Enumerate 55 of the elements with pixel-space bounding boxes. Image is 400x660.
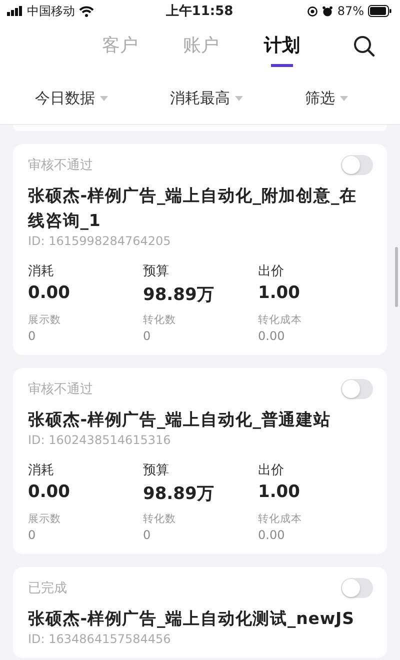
filter-dropdown[interactable]: 筛选 [305, 88, 348, 108]
stat-value: 0.00 [258, 329, 285, 343]
metric-value: 98.89万 [143, 483, 214, 505]
filter-dropdown[interactable]: 消耗最高 [170, 88, 243, 108]
metric-value: 0.00 [28, 283, 70, 303]
campaign-status: 审核不通过 [28, 157, 93, 174]
carrier-name: 中国移动 [27, 2, 75, 20]
campaign-status: 已完成 [28, 580, 67, 597]
metric-label: 出价 [258, 263, 284, 280]
stat-value: 0 [28, 528, 36, 542]
stat-value: 0.00 [258, 528, 285, 542]
stat-label: 转化成本 [258, 512, 302, 526]
metric-label: 出价 [258, 462, 284, 479]
stat-label: 展示数 [28, 313, 61, 327]
campaign-card[interactable]: 已完成 张硕杰-样例广告_端上自动化测试_newJS ID: 1634864157584456 [13, 567, 387, 658]
metric-value: 98.89万 [143, 284, 214, 306]
campaign-id: ID: 1634864157584456 [28, 632, 172, 646]
campaign-name: 张硕杰-样例广告_端上自动化_附加创意_在线咨询_1 [28, 185, 358, 232]
signal-icon [7, 6, 23, 16]
toggle-switch[interactable] [341, 379, 373, 399]
campaign-id: ID: 1615998284764205 [28, 234, 172, 248]
metric-label: 预算 [143, 462, 169, 479]
stat-label: 展示数 [28, 512, 61, 526]
scrollbar [395, 247, 398, 307]
filter-dropdown[interactable]: 今日数据 [35, 88, 108, 108]
stat-label: 转化数 [143, 313, 176, 327]
campaign-name: 张硕杰-样例广告_端上自动化测试_newJS [28, 608, 356, 630]
campaign-id: ID: 1602438514615316 [28, 433, 172, 447]
stat-label: 转化数 [143, 512, 176, 526]
rotation-lock-icon [307, 6, 318, 16]
metric-label: 消耗 [28, 263, 54, 280]
toggle-switch[interactable] [341, 155, 373, 175]
search-icon[interactable] [353, 35, 375, 57]
metric-value: 0.00 [28, 482, 70, 502]
campaign-card[interactable]: 审核不通过 张硕杰-样例广告_端上自动化_普通建站 ID: 1602438514615316 消耗 0.00 预算 98.89万 出价 1.00 展示数 0 转化数 0 转化成本 0.00 [13, 368, 387, 554]
battery-icon [368, 5, 392, 17]
stat-value: 0 [28, 329, 36, 343]
alarm-icon [322, 6, 334, 16]
caret-icon [100, 96, 108, 100]
toggle-switch[interactable] [341, 578, 373, 598]
metric-value: 1.00 [258, 482, 300, 502]
metric-label: 消耗 [28, 462, 54, 479]
caret-icon [340, 96, 348, 100]
campaign-name: 张硕杰-样例广告_端上自动化_普通建站 [28, 409, 332, 431]
metric-value: 1.00 [258, 283, 300, 303]
clock-time: 上午11:58 [166, 3, 234, 20]
metric-label: 预算 [143, 263, 169, 280]
campaign-status: 审核不通过 [28, 381, 93, 398]
wifi-icon [79, 6, 94, 16]
stat-value: 0 [143, 528, 151, 542]
caret-icon [235, 96, 243, 100]
campaign-card[interactable]: 审核不通过 张硕杰-样例广告_端上自动化_附加创意_在线咨询_1 ID: 1615998284764205 消耗 0.00 预算 98.89万 出价 1.00 展示数 0 转化数 0 转化成本 0.00 [13, 144, 387, 355]
stat-label: 转化成本 [258, 313, 302, 327]
stat-value: 0 [143, 329, 151, 343]
battery-percent: 87% [337, 4, 364, 18]
